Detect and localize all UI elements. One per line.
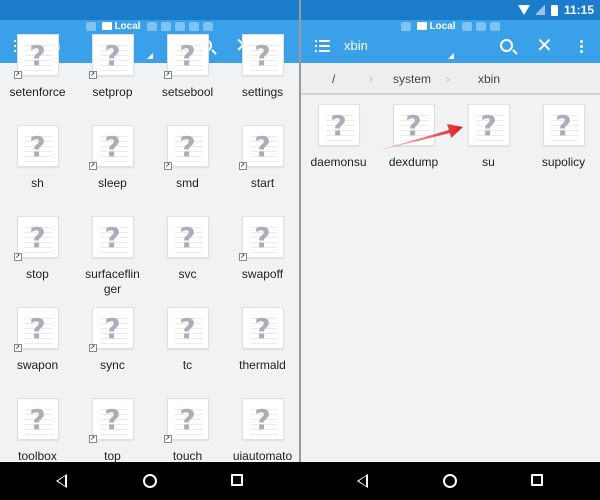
unknown-file-icon: ? ↗ xyxy=(163,125,209,170)
file-item[interactable]: ? ↗ swapon xyxy=(0,307,75,373)
unknown-file-icon: ? ↗ xyxy=(88,307,134,352)
file-name: toolbox xyxy=(18,449,57,462)
unknown-file-icon: ? ↗ xyxy=(238,216,284,261)
unknown-file-icon: ? xyxy=(241,307,284,349)
file-item[interactable]: ? sh xyxy=(0,125,75,191)
home-tab-icon[interactable] xyxy=(85,22,96,31)
shortcut-badge-icon: ↗ xyxy=(163,71,172,79)
file-item[interactable]: ? ↗ sync xyxy=(75,307,150,373)
shortcut-badge-icon: ↗ xyxy=(163,435,172,443)
file-item[interactable]: ? ↗ start xyxy=(225,125,299,191)
file-item[interactable]: ? ↗ top xyxy=(75,398,150,462)
shortcut-badge-icon: ↗ xyxy=(13,71,22,79)
file-item[interactable]: ? surfaceflin ger xyxy=(75,216,150,297)
unknown-file-icon: ? xyxy=(166,307,209,349)
status-bar xyxy=(0,0,299,20)
file-name: swapon xyxy=(16,358,59,372)
shortcut-badge-icon: ↗ xyxy=(163,162,172,170)
file-item[interactable]: ? settings xyxy=(225,34,299,100)
file-name: settings xyxy=(241,85,284,99)
right-pane: 11:15 Local xbin ✕ / › system › xbin ? da… xyxy=(301,0,600,462)
file-item[interactable]: ? ↗ smd xyxy=(150,125,225,191)
home-icon[interactable] xyxy=(443,474,457,488)
file-item[interactable]: ? thermald xyxy=(225,307,299,373)
left-pane: Local bin ✕ ?↗setenforce?↗setprop?↗setse… xyxy=(0,0,299,462)
back-icon[interactable] xyxy=(56,474,67,488)
file-item[interactable]: ? ↗ touch xyxy=(150,398,225,462)
file-name: svc xyxy=(178,267,197,281)
shortcut-badge-icon: ↗ xyxy=(88,435,97,443)
shortcut-badge-icon: ↗ xyxy=(88,344,97,352)
unknown-file-icon: ? ↗ xyxy=(163,398,209,443)
file-name: setsebool xyxy=(161,85,214,99)
file-item[interactable]: ? ↗ setprop xyxy=(75,34,150,100)
local-icon xyxy=(102,22,113,31)
red-arrow-annotation xyxy=(369,124,463,153)
file-item[interactable]: ? toolbox xyxy=(0,398,75,462)
file-item[interactable]: ? ↗ sleep xyxy=(75,125,150,191)
window-tabs: Local xyxy=(0,21,299,35)
file-name: sync xyxy=(100,358,125,372)
unknown-file-icon: ? xyxy=(16,398,59,440)
file-name: setenforce xyxy=(9,85,66,99)
tab-icon[interactable] xyxy=(203,22,214,31)
file-item[interactable]: ? ↗ setenforce xyxy=(0,34,75,100)
shortcut-badge-icon: ↗ xyxy=(13,253,22,261)
shortcut-badge-icon: ↗ xyxy=(13,344,22,352)
file-item[interactable]: ? ↗ swapoff xyxy=(225,216,299,282)
home-icon[interactable] xyxy=(143,474,157,488)
shortcut-badge-icon: ↗ xyxy=(238,162,247,170)
back-icon[interactable] xyxy=(357,474,368,488)
unknown-file-icon: ? ↗ xyxy=(88,398,134,443)
file-name: surfaceflin ger xyxy=(85,267,140,296)
shortcut-badge-icon: ↗ xyxy=(88,162,97,170)
recents-icon[interactable] xyxy=(231,474,243,486)
file-item[interactable]: ? ↗ setsebool xyxy=(150,34,225,100)
file-name: touch xyxy=(172,449,203,462)
file-name: top xyxy=(104,449,121,462)
unknown-file-icon: ? ↗ xyxy=(88,125,134,170)
file-name: sleep xyxy=(98,176,127,190)
tab-local[interactable]: Local xyxy=(102,21,141,32)
file-name: stop xyxy=(26,267,49,281)
unknown-file-icon: ? ↗ xyxy=(163,34,209,79)
unknown-file-icon: ? xyxy=(241,398,284,440)
file-item[interactable]: ? ↗ stop xyxy=(0,216,75,282)
navigation-bar xyxy=(0,462,600,500)
file-item[interactable]: ? uiautomato xyxy=(225,398,299,462)
tab-icon[interactable] xyxy=(161,22,172,31)
unknown-file-icon: ? ↗ xyxy=(13,216,59,261)
file-name: thermald xyxy=(239,358,286,372)
unknown-file-icon: ? ↗ xyxy=(13,34,59,79)
unknown-file-icon: ? xyxy=(241,34,284,76)
unknown-file-icon: ? ↗ xyxy=(88,34,134,79)
file-name: swapoff xyxy=(241,267,284,281)
file-name: smd xyxy=(176,176,199,190)
recents-icon[interactable] xyxy=(531,474,543,486)
file-name: tc xyxy=(182,358,193,372)
unknown-file-icon: ? ↗ xyxy=(13,307,59,352)
tab-icon[interactable] xyxy=(189,22,200,31)
shortcut-badge-icon: ↗ xyxy=(88,71,97,79)
file-item[interactable]: ? tc xyxy=(150,307,225,373)
file-name: start xyxy=(250,176,275,190)
unknown-file-icon: ? xyxy=(91,216,134,258)
file-name: uiautomato xyxy=(232,449,293,462)
tab-icon[interactable] xyxy=(147,22,158,31)
shortcut-badge-icon: ↗ xyxy=(238,253,247,261)
unknown-file-icon: ? xyxy=(166,216,209,258)
file-name: setprop xyxy=(92,85,133,99)
file-name: sh xyxy=(31,176,44,190)
file-item[interactable]: ? svc xyxy=(150,216,225,282)
tab-icon[interactable] xyxy=(175,22,186,31)
unknown-file-icon: ? xyxy=(16,125,59,167)
unknown-file-icon: ? ↗ xyxy=(238,125,284,170)
